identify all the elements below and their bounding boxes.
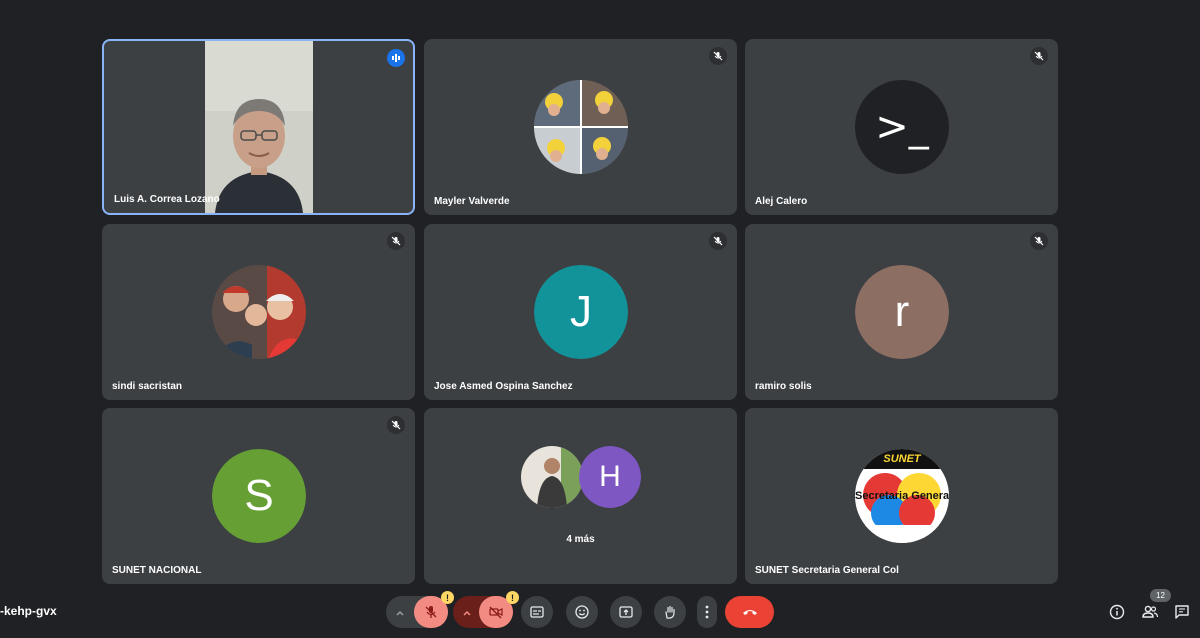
participant-name: sindi sacristan [112, 381, 183, 392]
avatar-initial: J [570, 287, 592, 336]
chat-icon [1175, 605, 1189, 619]
mic-control-group: ! [386, 591, 454, 628]
participant-name: SUNET NACIONAL [112, 565, 202, 576]
participant-name: ramiro solis [755, 381, 812, 392]
participant-name: Jose Asmed Ospina Sanchez [434, 381, 573, 392]
camera-off-icon [489, 606, 503, 619]
more-icon [705, 605, 709, 619]
avatar-text: >_ [875, 104, 929, 150]
participant-name: SUNET Secretaria General Col [755, 565, 899, 576]
chevron-up-icon[interactable] [461, 606, 473, 624]
end-call-button[interactable] [725, 596, 774, 628]
participant-avatar [521, 446, 583, 508]
participant-avatar: >_ [855, 80, 949, 174]
meeting-code: -kehp-gvx [0, 604, 57, 618]
participant-avatar [212, 265, 306, 359]
mic-off-icon [387, 416, 405, 434]
avatar-initial: S [244, 471, 274, 520]
people-button[interactable] [1138, 600, 1162, 624]
avatar-initial: H [599, 460, 621, 493]
avatar-initial: r [894, 287, 910, 336]
participant-name: Mayler Valverde [434, 196, 510, 207]
participant-tile[interactable]: S SUNET NACIONAL [102, 408, 415, 584]
participant-video [205, 41, 313, 213]
participant-avatar: SUNET Secretaria General [855, 449, 949, 543]
mic-off-icon [387, 232, 405, 250]
mic-off-icon [709, 47, 727, 65]
participant-tile[interactable]: Luis A. Correa Lozano [102, 39, 415, 215]
mic-off-icon [709, 232, 727, 250]
mic-off-icon [425, 606, 437, 618]
participant-tile[interactable]: J Jose Asmed Ospina Sanchez [424, 224, 737, 400]
emoji-button[interactable] [566, 596, 598, 628]
more-participants-label: 4 más [566, 534, 595, 545]
chevron-up-icon[interactable] [394, 606, 406, 624]
mic-off-icon [1030, 47, 1048, 65]
info-icon [1109, 604, 1125, 620]
participant-tile[interactable]: >_ Alej Calero [745, 39, 1058, 215]
participant-avatar: S [212, 449, 306, 543]
captions-button[interactable] [521, 596, 553, 628]
captions-icon [530, 606, 544, 618]
camera-warning-badge: ! [506, 591, 519, 604]
participant-avatar [534, 80, 628, 174]
participant-tile[interactable]: r ramiro solis [745, 224, 1058, 400]
more-participants-tile[interactable]: H 4 más [424, 408, 737, 584]
participant-tile[interactable]: sindi sacristan [102, 224, 415, 400]
present-icon [619, 606, 633, 618]
more-options-button[interactable] [697, 596, 717, 628]
people-icon [1142, 605, 1159, 618]
logo-text: SUNET [883, 453, 921, 465]
logo-subtext: Secretaria General [855, 490, 949, 502]
raise-hand-icon [665, 605, 675, 619]
emoji-icon [575, 605, 589, 619]
participant-avatar: J [534, 265, 628, 359]
participant-name: Alej Calero [755, 196, 808, 207]
participant-avatar: r [855, 265, 949, 359]
mic-off-icon [1030, 232, 1048, 250]
present-button[interactable] [610, 596, 642, 628]
chat-button[interactable] [1170, 600, 1194, 624]
speaking-indicator-icon [387, 49, 405, 67]
participant-avatar: H [579, 446, 641, 508]
mic-warning-badge: ! [441, 591, 454, 604]
end-call-icon [742, 610, 757, 615]
participant-tile[interactable]: Mayler Valverde [424, 39, 737, 215]
participant-tile[interactable]: SUNET Secretaria General SUNET Secretari… [745, 408, 1058, 584]
raise-hand-button[interactable] [654, 596, 686, 628]
participant-count-badge: 12 [1150, 589, 1171, 602]
camera-control-group: ! [453, 591, 519, 628]
meeting-details-button[interactable] [1105, 600, 1129, 624]
participant-name: Luis A. Correa Lozano [114, 194, 220, 205]
